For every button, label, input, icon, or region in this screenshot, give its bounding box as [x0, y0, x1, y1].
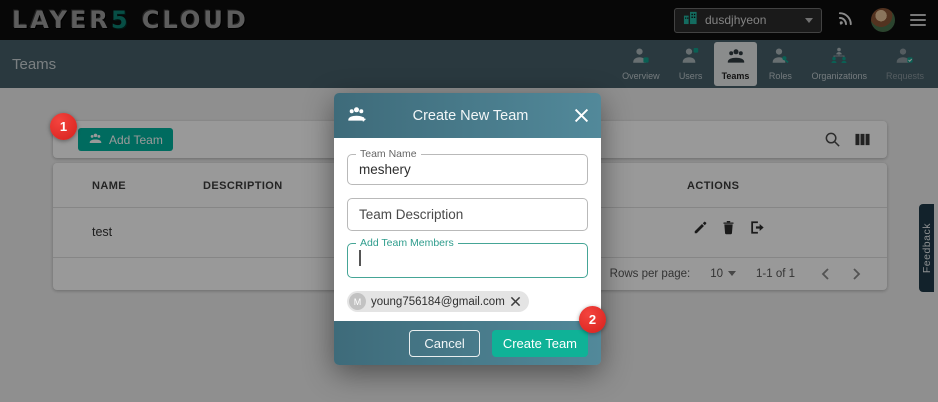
annotation-step-2: 2 — [579, 306, 606, 333]
create-team-button[interactable]: Create Team — [492, 330, 588, 357]
add-team-members-field[interactable]: Add Team Members — [347, 243, 588, 278]
team-name-label: Team Name — [356, 148, 421, 160]
close-icon[interactable] — [574, 108, 589, 123]
team-name-field[interactable]: Team Name meshery — [347, 154, 588, 185]
cancel-button[interactable]: Cancel — [409, 330, 479, 357]
team-description-placeholder: Team Description — [359, 207, 463, 222]
team-description-field[interactable]: Team Description — [347, 198, 588, 231]
modal-header: Create New Team — [334, 93, 601, 138]
chip-avatar: M — [349, 293, 366, 310]
chip-remove-icon[interactable] — [510, 296, 521, 307]
create-team-modal: Create New Team Team Name meshery Team D… — [334, 93, 601, 365]
chip-email: young756184@gmail.com — [371, 296, 505, 308]
modal-body: Team Name meshery Team Description Add T… — [334, 138, 601, 321]
text-cursor — [359, 250, 361, 266]
modal-title: Create New Team — [367, 108, 574, 124]
team-name-value: meshery — [359, 162, 411, 177]
add-team-members-label: Add Team Members — [356, 237, 458, 249]
member-chip[interactable]: M young756184@gmail.com — [347, 291, 529, 312]
modal-footer: Cancel Create Team — [334, 321, 601, 365]
group-add-icon — [346, 105, 367, 127]
annotation-step-1: 1 — [50, 113, 77, 140]
